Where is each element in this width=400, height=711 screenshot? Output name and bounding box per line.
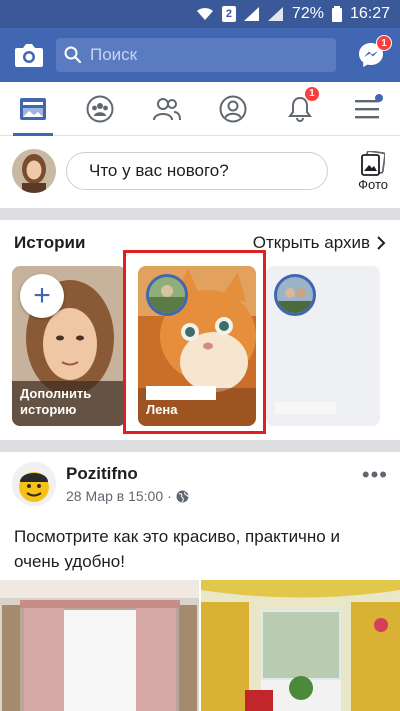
signal-icon — [243, 7, 260, 21]
photo-button[interactable]: Фото — [358, 150, 388, 192]
post-author-name[interactable]: Pozitifno — [66, 464, 189, 484]
post-more-button[interactable]: ••• — [362, 462, 388, 488]
battery-percent: 72% — [291, 5, 324, 22]
friends-icon — [152, 97, 181, 120]
post-author-avatar[interactable] — [12, 462, 56, 506]
globe-icon — [176, 490, 189, 502]
wifi-icon — [196, 7, 214, 21]
status-bar: 2 72% 16:27 — [0, 0, 400, 28]
redacted-bar — [146, 386, 216, 400]
post-photo-2[interactable] — [201, 580, 400, 711]
status-input[interactable]: Что у вас нового? — [66, 152, 328, 190]
status-composer: Что у вас нового? Фото — [0, 136, 400, 206]
messenger-button[interactable]: 1 — [354, 35, 392, 72]
story-avatar-vadim — [274, 274, 316, 316]
my-avatar[interactable] — [12, 149, 56, 193]
search-input[interactable] — [90, 45, 310, 65]
story-avatar-lena — [146, 274, 188, 316]
main-nav: 1 — [0, 82, 400, 136]
search-box[interactable] — [56, 38, 336, 72]
top-bar: 1 — [0, 28, 400, 82]
post-photo-1[interactable] — [0, 580, 199, 711]
stories-header: Истории Открыть архив — [0, 222, 400, 264]
battery-icon — [331, 6, 342, 22]
story-card-add[interactable]: + Дополнить историю — [12, 266, 126, 426]
menu-update-dot — [374, 93, 383, 102]
redacted-bar — [274, 402, 336, 414]
post-photos — [0, 580, 400, 711]
archive-label: Открыть архив — [252, 233, 370, 252]
post-text: Посмотрите как это красиво, практично и … — [14, 527, 340, 571]
camera-button[interactable] — [12, 38, 46, 72]
stories-title: Истории — [14, 233, 86, 252]
sim-indicator: 2 — [221, 6, 236, 22]
tab-groups[interactable] — [72, 82, 128, 136]
signal-2-icon — [267, 7, 284, 21]
tab-friends[interactable] — [139, 82, 195, 136]
open-archive-link[interactable]: Открыть архив — [253, 233, 386, 253]
search-icon — [64, 46, 82, 64]
section-divider — [0, 440, 400, 452]
add-story-plus-icon[interactable]: + — [20, 274, 64, 318]
photo-label: Фото — [358, 176, 388, 192]
story-label-add: Дополнить историю — [20, 386, 92, 417]
photo-icon — [361, 150, 386, 176]
camera-icon — [15, 44, 43, 67]
section-divider — [0, 208, 400, 220]
story-card-lena[interactable]: Лена — [138, 266, 256, 426]
tab-notifications[interactable]: 1 — [272, 82, 328, 136]
profile-icon — [219, 95, 247, 122]
groups-icon — [86, 95, 114, 122]
post-time-text: 28 Мар в 15:00 — [66, 488, 164, 504]
post-header: Pozitifno 28 Мар в 15:00 · ••• — [0, 452, 400, 516]
clock: 16:27 — [349, 5, 390, 22]
post-meta: Pozitifno 28 Мар в 15:00 · — [66, 464, 189, 504]
messenger-badge: 1 — [376, 35, 392, 51]
tab-menu[interactable] — [339, 82, 395, 136]
story-label-lena: Лена — [146, 402, 178, 417]
dot-separator: · — [167, 488, 172, 504]
tab-news-feed[interactable] — [5, 82, 61, 136]
post-timestamp[interactable]: 28 Мар в 15:00 · — [66, 488, 189, 504]
notifications-badge: 1 — [303, 85, 320, 102]
stories-row: + Дополнить историю Лена — [0, 266, 400, 428]
chevron-right-icon — [377, 236, 386, 250]
story-card-vadim[interactable]: Вадим — [266, 266, 380, 426]
news-feed-icon — [20, 97, 47, 120]
tab-profile[interactable] — [205, 82, 261, 136]
